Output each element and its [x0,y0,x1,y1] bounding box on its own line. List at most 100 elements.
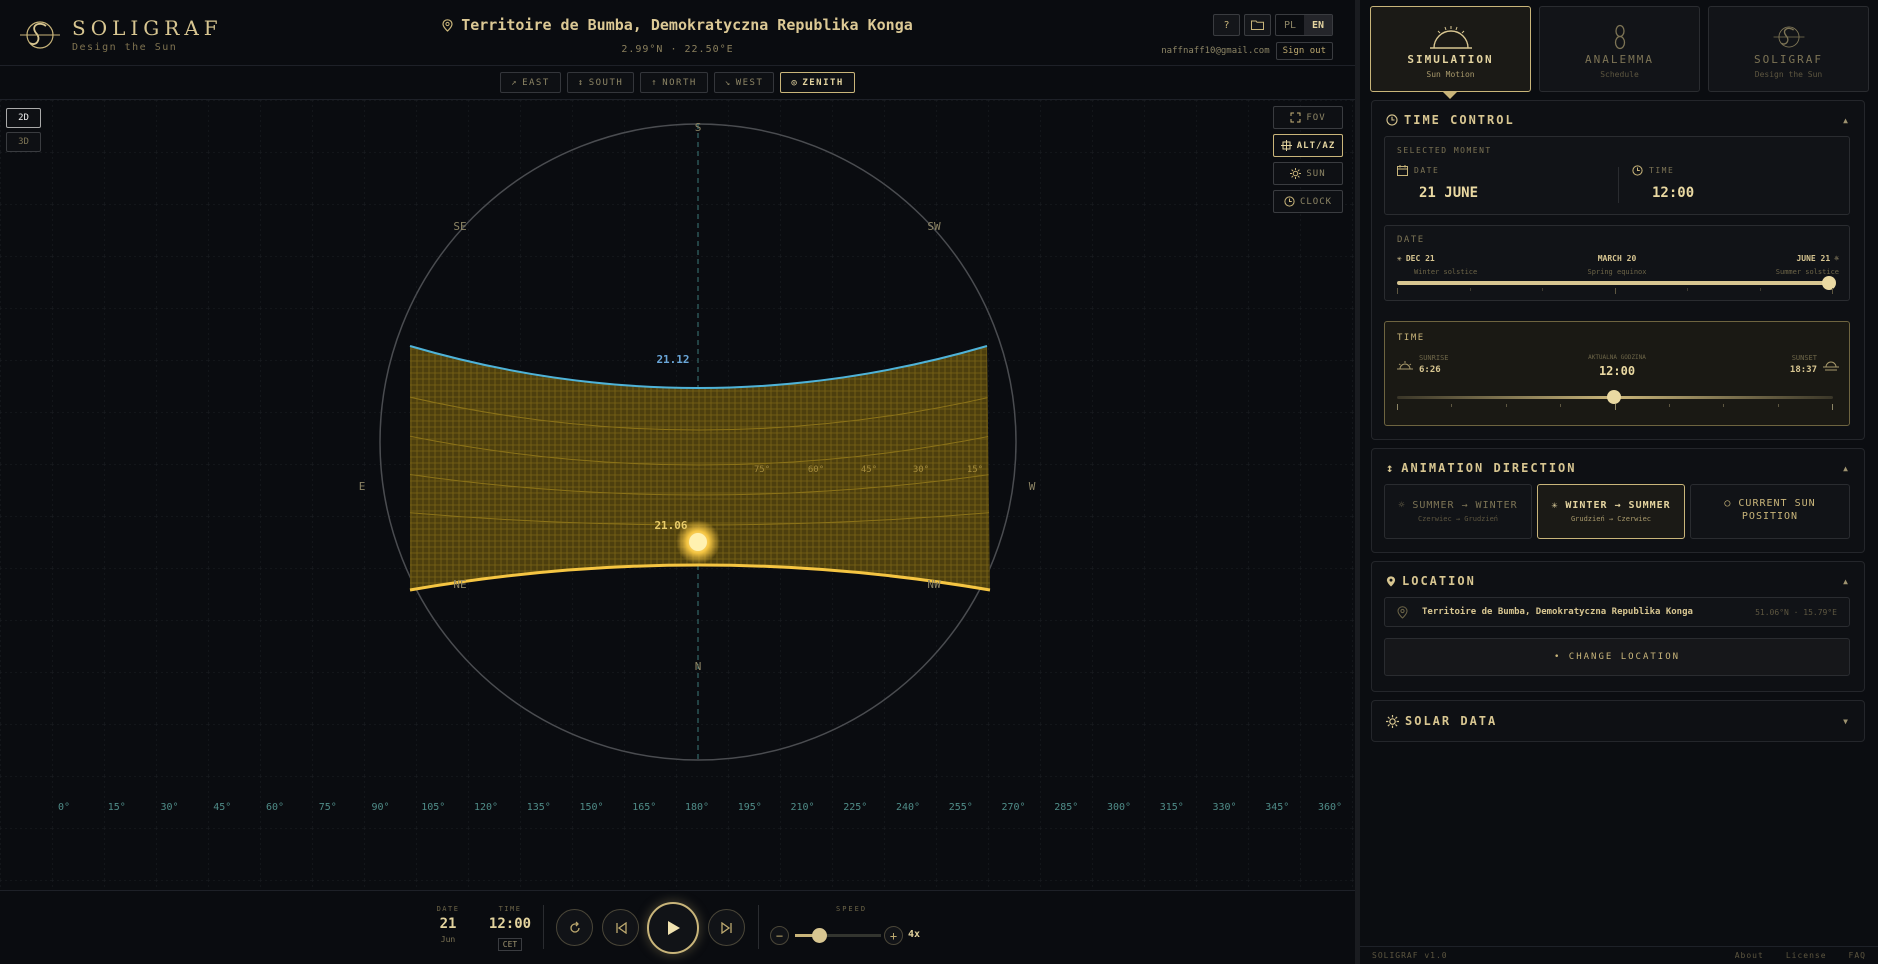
location-title: Territoire de Bumba, Demokratyczna Repub… [461,16,913,34]
lang-pl-button[interactable]: PL [1276,15,1304,35]
sun-marker[interactable] [689,533,707,551]
open-folder-button[interactable] [1244,14,1271,36]
current-location: Territoire de Bumba, Demokratyczna Repub… [0,16,1355,55]
fov-button[interactable]: FOV [1273,106,1343,129]
target-icon: ○ [1724,498,1732,509]
plus-icon: + [889,928,898,943]
panel-footer: SOLIGRAF v1.0 About License FAQ [1360,946,1878,964]
speed-decrease-button[interactable]: − [770,926,789,945]
sun-toggle-button[interactable]: SUN [1273,162,1343,185]
azimuth-tick-label: 75° [319,802,337,813]
speed-slider-handle[interactable] [812,928,827,943]
step-forward-button[interactable] [708,909,745,946]
snowflake-icon: ✳ [1551,500,1559,511]
about-link[interactable]: About [1735,951,1764,960]
active-tab-indicator [1443,92,1457,99]
location-header[interactable]: LOCATION ▲ [1372,562,1864,600]
playback-bar: DATE 21 Jun TIME 12:00 CET SPEED − + 4x [0,890,1355,964]
lang-en-button[interactable]: EN [1304,15,1332,35]
azimuth-tick-label: 315° [1160,802,1184,813]
speed-slider[interactable] [795,934,881,937]
app-version: SOLIGRAF v1.0 [1372,951,1448,960]
mode-2d-button[interactable]: 2D [6,108,41,128]
tab-zenith[interactable]: ◎ ZENITH [780,72,855,93]
reset-icon [569,921,580,933]
arrow-ne-icon: ↗ [511,77,519,88]
change-location-button[interactable]: • CHANGE LOCATION [1384,638,1850,676]
azimuth-tick-label: 45° [213,802,231,813]
license-link[interactable]: License [1786,951,1827,960]
summer-to-winter-button[interactable]: ☼ SUMMER → WINTER Czerwiec → Grudzień [1384,484,1532,539]
location-coordinates: 51.06°N · 15.79°E [1755,607,1837,617]
sunrise-icon [1429,26,1472,49]
altaz-grid-button[interactable]: ALT/AZ [1273,134,1343,157]
divider [543,905,544,949]
sign-out-button[interactable]: Sign out [1275,42,1333,60]
azimuth-tick-label: 285° [1054,802,1078,813]
sky-view-canvas[interactable]: S SE SW E W NE NW N 21.12 21.06 75° 60° … [0,100,1355,890]
time-control-header[interactable]: TIME CONTROL ▲ [1372,101,1864,139]
altitude-45-label: 45° [861,465,877,475]
tab-north[interactable]: ↑ NORTH [640,72,708,93]
altitude-75-label: 75° [754,465,770,475]
collapse-caret-icon: ▲ [1843,115,1850,125]
playback-time: TIME 12:00 CET [484,905,536,951]
arrow-updown-icon: ↕ [1386,461,1396,475]
winter-to-summer-button[interactable]: ✳ WINTER → SUMMER Grudzień → Czerwiec [1537,484,1685,539]
clock-toggle-button[interactable]: CLOCK [1273,190,1343,213]
selected-moment-card: SELECTED MOMENT DATE 21 JUNE TIME 12:00 [1384,136,1850,215]
tab-soligraf[interactable]: SOLIGRAF Design the Sun [1708,6,1869,92]
current-sun-position-button[interactable]: ○ CURRENT SUN POSITION [1690,484,1850,539]
app-header: SOLIGRAF Design the Sun Territoire de Bu… [0,0,1355,66]
expand-caret-icon: ▼ [1843,716,1850,726]
tab-analemma[interactable]: ANALEMMA Schedule [1539,6,1700,92]
animation-direction-header[interactable]: ↕ ANIMATION DIRECTION ▲ [1372,449,1864,487]
azimuth-tick-label: 15° [108,802,126,813]
skip-forward-icon [720,921,732,934]
selected-date: 21 JUNE [1419,185,1479,201]
playback-time-value: 12:00 [488,916,532,932]
azimuth-tick-label: 255° [949,802,973,813]
azimuth-tick-label: 105° [421,802,445,813]
location-pin-icon [1386,575,1396,586]
date-slider[interactable] [1397,281,1833,285]
timezone-badge[interactable]: CET [497,938,523,951]
azimuth-tick-label: 60° [266,802,284,813]
speed-increase-button[interactable]: + [884,926,903,945]
language-switch: PL EN [1275,14,1333,36]
compass-sw: SW [927,220,941,233]
location-pin-icon [442,18,453,32]
collapse-caret-icon: ▲ [1843,576,1850,586]
playback-month: Jun [440,935,456,944]
tab-west[interactable]: ↘ WEST [713,72,775,93]
clock-icon [1632,165,1643,176]
time-control-section: TIME CONTROL ▲ SELECTED MOMENT DATE 21 J… [1371,100,1865,440]
faq-link[interactable]: FAQ [1849,951,1866,960]
reset-button[interactable] [556,909,593,946]
calendar-icon [1397,165,1408,176]
altitude-60-label: 60° [808,465,824,475]
tab-south[interactable]: ↕ SOUTH [566,72,635,93]
figure-eight-icon [1614,24,1625,50]
view-direction-bar: ↗ EAST ↕ SOUTH ↑ NORTH ↘ WEST ◎ ZENITH [0,66,1355,100]
azimuth-tick-label: 240° [896,802,920,813]
mode-3d-button[interactable]: 3D [6,132,41,152]
collapse-caret-icon: ▲ [1843,463,1850,473]
play-button[interactable] [647,902,699,954]
azimuth-tick-label: 345° [1265,802,1289,813]
azimuth-tick-label: 120° [474,802,498,813]
sun-icon: ☼ [1398,500,1406,511]
help-button[interactable]: ? [1213,14,1240,36]
azimuth-tick-label: 300° [1107,802,1131,813]
zenith-sky-plot[interactable]: S SE SW E W NE NW N 21.12 21.06 75° 60° … [0,100,1355,890]
time-slider-handle[interactable] [1607,390,1621,404]
animation-direction-section: ↕ ANIMATION DIRECTION ▲ ☼ SUMMER → WINTE… [1371,448,1865,553]
azimuth-tick-label: 150° [579,802,603,813]
target-icon: ◎ [791,77,799,88]
tab-simulation[interactable]: SIMULATION Sun Motion [1370,6,1531,92]
tab-east[interactable]: ↗ EAST [500,72,561,93]
solar-data-header[interactable]: SOLAR DATA ▼ [1372,701,1864,741]
skip-back-icon [615,921,627,934]
step-back-button[interactable] [602,909,639,946]
azimuth-tick-label: 135° [527,802,551,813]
